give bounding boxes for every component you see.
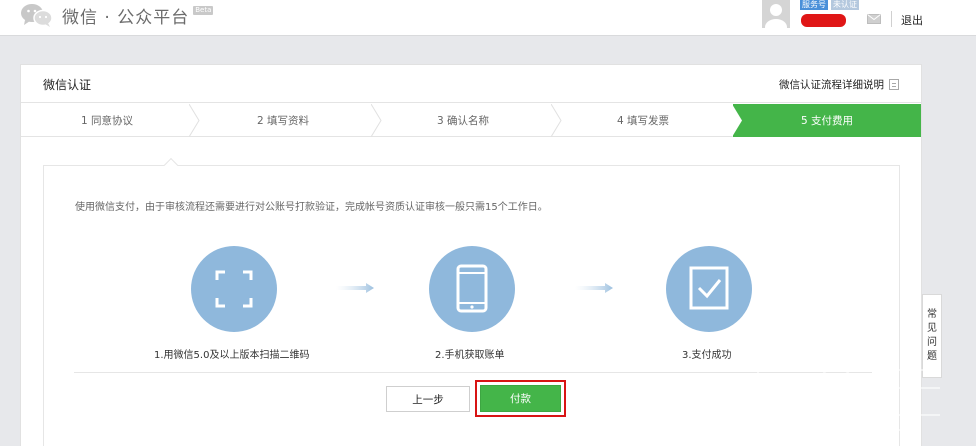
avatar[interactable] xyxy=(762,0,790,28)
faq-char: 题 xyxy=(927,351,937,362)
wechat-logo-icon xyxy=(21,4,53,27)
panel-header: 微信认证 微信认证流程详细说明 xyxy=(21,65,921,103)
arrow-right-icon xyxy=(575,283,613,293)
arrow-right-icon xyxy=(336,283,374,293)
step-label: 1 同意协议 xyxy=(80,115,134,127)
pay-button-highlight: 付款 xyxy=(475,380,566,417)
platform-title: 微信 · 公众平台 xyxy=(62,7,190,28)
faq-char: 常 xyxy=(927,309,937,320)
mail-icon[interactable] xyxy=(867,14,881,24)
unverified-badge: 未认证 xyxy=(831,0,859,10)
step-label: 3 确认名称 xyxy=(436,115,490,127)
flow-caption-phone: 2.手机获取账单 xyxy=(435,350,505,361)
account-tags: 服务号 未认证 xyxy=(800,0,859,10)
scan-circle xyxy=(191,246,277,332)
pay-button[interactable]: 付款 xyxy=(480,385,561,412)
step-confirm-name: 3 确认名称 xyxy=(373,104,553,137)
document-icon xyxy=(889,79,899,90)
checkbox-icon xyxy=(689,266,729,310)
wechat-logo[interactable]: 微信 · 公众平台 Beta xyxy=(20,0,214,30)
content-divider xyxy=(74,372,872,373)
user-icon xyxy=(765,4,787,28)
faq-side-tab[interactable]: 常 见 问 题 xyxy=(922,294,942,378)
service-account-badge: 服务号 xyxy=(800,0,828,10)
prev-step-button[interactable]: 上一步 xyxy=(386,386,470,412)
payment-content: 使用微信支付，由于审核流程还需要进行对公账号打款验证，完成帐号资质认证审核一般只… xyxy=(43,165,900,446)
step-fill-info: 2 填写资料 xyxy=(193,104,373,137)
logout-link[interactable]: 退出 xyxy=(901,12,923,28)
flow-caption-scan: 1.用微信5.0及以上版本扫描二维码 xyxy=(154,350,310,361)
step-chevron-icon xyxy=(732,104,742,137)
faq-char: 问 xyxy=(927,337,937,348)
success-circle xyxy=(666,246,752,332)
flow-caption-success: 3.支付成功 xyxy=(682,350,732,361)
flow-details-link[interactable]: 微信认证流程详细说明 xyxy=(779,77,899,92)
verification-panel: 微信认证 微信认证流程详细说明 1 同意协议 2 填写资料 3 确认名称 4 填… xyxy=(20,64,922,446)
phone-icon xyxy=(456,264,488,313)
step-invoice: 4 填写发票 xyxy=(553,104,733,137)
step-progress-bar: 1 同意协议 2 填写资料 3 确认名称 4 填写发票 5 支付费用 xyxy=(21,104,921,137)
step-label: 5 支付费用 xyxy=(800,115,854,127)
panel-title: 微信认证 xyxy=(43,78,92,92)
flow-details-label: 微信认证流程详细说明 xyxy=(779,79,884,91)
step-label: 2 填写资料 xyxy=(256,115,310,127)
header-divider xyxy=(891,11,892,27)
step-payment-active: 5 支付费用 xyxy=(733,104,921,137)
step-agree: 1 同意协议 xyxy=(21,104,193,137)
step-label: 4 填写发票 xyxy=(616,115,670,127)
faq-char: 见 xyxy=(927,323,937,334)
payment-info-text: 使用微信支付，由于审核流程还需要进行对公账号打款验证，完成帐号资质认证审核一般只… xyxy=(75,202,548,213)
phone-circle xyxy=(429,246,515,332)
scan-frame-icon xyxy=(215,270,253,308)
beta-badge: Beta xyxy=(193,5,214,15)
redacted-account-name xyxy=(801,14,846,27)
top-header: 微信 · 公众平台 Beta 服务号 未认证 退出 xyxy=(0,0,976,36)
